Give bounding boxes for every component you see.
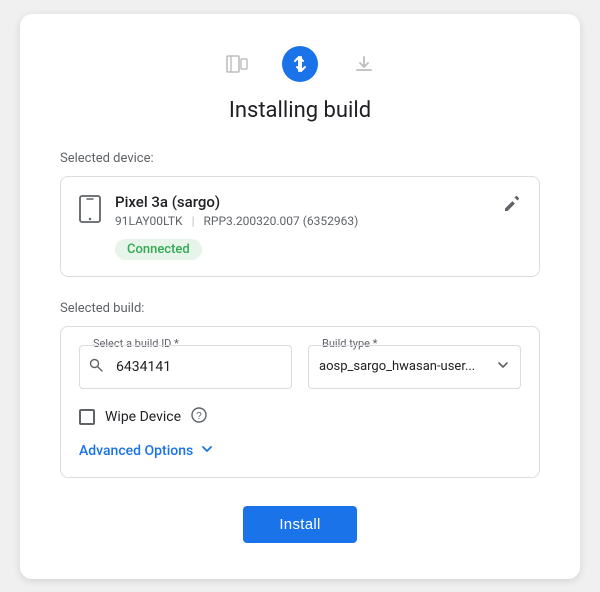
build-id-input[interactable]: 6434141 bbox=[79, 345, 292, 389]
build-id-value: 6434141 bbox=[112, 359, 171, 375]
status-badge: Connected bbox=[115, 239, 202, 260]
help-icon[interactable]: ? bbox=[191, 407, 207, 427]
page-title: Installing build bbox=[60, 98, 540, 123]
phone-icon bbox=[79, 195, 101, 229]
install-button[interactable]: Install bbox=[243, 506, 356, 543]
wipe-device-checkbox[interactable] bbox=[79, 409, 95, 425]
build-type-value: aosp_sargo_hwasan-user... bbox=[319, 359, 496, 374]
download-step-icon bbox=[346, 46, 382, 82]
build-card: Select a build ID * 6434141 Build type * bbox=[60, 326, 540, 478]
advanced-options-row[interactable]: Advanced Options bbox=[79, 441, 521, 461]
device-build-id: 91LAY00LTK bbox=[115, 214, 183, 228]
search-icon bbox=[89, 358, 103, 376]
device-build-version: RPP3.200320.007 (6352963) bbox=[203, 214, 358, 228]
steps-row bbox=[60, 46, 540, 82]
build-fields-row: Select a build ID * 6434141 Build type * bbox=[79, 345, 521, 389]
main-card: Installing build Selected device: Pixel … bbox=[20, 14, 580, 579]
build-type-field-group: Build type * aosp_sargo_hwasan-user... bbox=[308, 345, 521, 389]
build-id-field-group: Select a build ID * 6434141 bbox=[79, 345, 292, 389]
device-name: Pixel 3a (sargo) bbox=[115, 193, 489, 211]
device-details: 91LAY00LTK | RPP3.200320.007 (6352963) bbox=[115, 214, 489, 228]
build-section-label: Selected build: bbox=[60, 301, 540, 316]
device-card: Pixel 3a (sargo) 91LAY00LTK | RPP3.20032… bbox=[60, 176, 540, 277]
device-section-label: Selected device: bbox=[60, 151, 540, 166]
device-step-icon bbox=[218, 46, 254, 82]
build-type-select[interactable]: aosp_sargo_hwasan-user... bbox=[308, 345, 521, 389]
transfer-step-icon bbox=[282, 46, 318, 82]
svg-text:?: ? bbox=[196, 411, 202, 422]
wipe-device-row: Wipe Device ? bbox=[79, 407, 521, 427]
advanced-options-text: Advanced Options bbox=[79, 443, 193, 459]
chevron-down-icon bbox=[199, 441, 215, 461]
edit-icon[interactable] bbox=[503, 195, 521, 218]
wipe-device-label: Wipe Device bbox=[105, 409, 181, 425]
install-row: Install bbox=[60, 506, 540, 543]
device-info: Pixel 3a (sargo) 91LAY00LTK | RPP3.20032… bbox=[115, 193, 489, 260]
separator: | bbox=[192, 214, 195, 228]
chevron-down-icon bbox=[496, 358, 510, 376]
